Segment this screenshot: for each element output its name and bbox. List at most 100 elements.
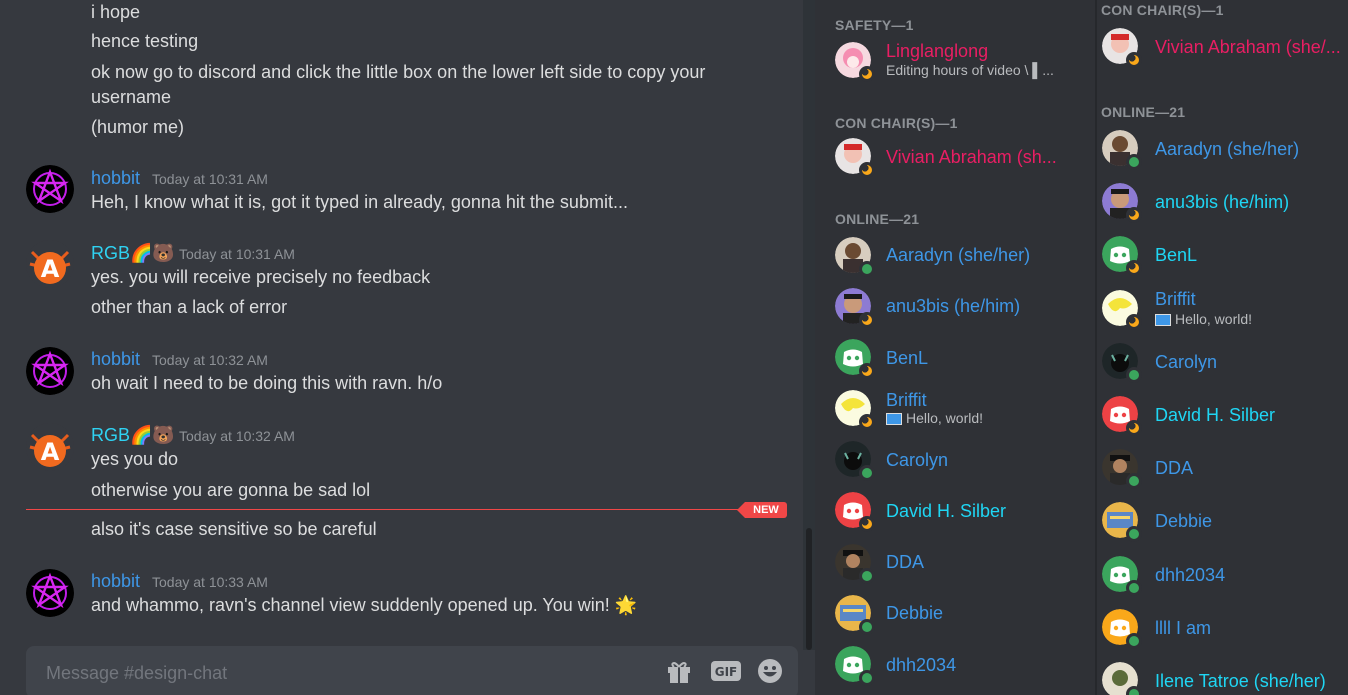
status-online-icon	[1126, 473, 1142, 489]
member-name[interactable]: Debbie	[1155, 510, 1212, 532]
status-idle-icon	[859, 516, 875, 532]
member-avatar[interactable]	[835, 138, 875, 178]
member-name[interactable]: anu3bis (he/him)	[886, 295, 1020, 317]
message-line: hence testing	[91, 31, 199, 51]
member-name[interactable]: David H. Silber	[886, 500, 1006, 522]
member-avatar[interactable]	[835, 544, 875, 584]
member-avatar[interactable]	[835, 441, 875, 481]
member-avatar[interactable]	[835, 339, 875, 379]
member-avatar[interactable]	[1102, 236, 1142, 276]
member-name[interactable]: Vivian Abraham (she/...	[1155, 36, 1341, 58]
member-list-overlay: CON CHAIR(S)—1 Vivian Abraham (she/... O…	[1095, 0, 1348, 695]
member-avatar[interactable]	[1102, 556, 1142, 596]
gif-icon[interactable]: GIF	[710, 656, 742, 686]
member-avatar[interactable]	[835, 595, 875, 635]
member-name[interactable]: Briffit	[886, 389, 927, 411]
new-badge[interactable]: NEW	[737, 502, 787, 518]
member-name[interactable]: llll I am	[1155, 617, 1211, 639]
member-avatar[interactable]	[1102, 396, 1142, 436]
status-online-icon	[1126, 686, 1142, 695]
avatar-hobbit[interactable]	[26, 165, 74, 213]
svg-text:GIF: GIF	[715, 665, 738, 679]
member-name[interactable]: dhh2034	[886, 654, 956, 676]
member-avatar[interactable]	[1102, 343, 1142, 383]
member-name[interactable]: Carolyn	[886, 449, 948, 471]
member-category: SAFETY—1	[835, 17, 914, 33]
avatar-hobbit[interactable]	[26, 569, 74, 617]
member-name[interactable]: anu3bis (he/him)	[1155, 191, 1289, 213]
member-avatar[interactable]	[835, 390, 875, 430]
member-avatar[interactable]	[1102, 449, 1142, 489]
timestamp: Today at 10:31 AM	[179, 246, 295, 262]
status-online-icon	[1126, 367, 1142, 383]
status-idle-icon	[1126, 260, 1142, 276]
member-name[interactable]: Linglanglong	[886, 40, 988, 62]
member-name[interactable]: BenL	[886, 347, 928, 369]
member-avatar[interactable]	[835, 646, 875, 686]
status-idle-icon	[1126, 314, 1142, 330]
chat-scrollbar-thumb[interactable]	[806, 528, 812, 650]
member-name[interactable]: Ilene Tatroe (she/her)	[1155, 670, 1326, 692]
member-avatar[interactable]	[835, 237, 875, 277]
member-avatar[interactable]	[1102, 28, 1142, 68]
member-name[interactable]: DDA	[1155, 457, 1193, 479]
svg-text:A: A	[41, 438, 60, 466]
message-composer: GIF	[26, 646, 798, 695]
author-name[interactable]: RGB🌈🐻	[91, 242, 175, 264]
member-avatar[interactable]	[1102, 130, 1142, 170]
status-idle-icon	[1126, 207, 1142, 223]
status-online-icon	[859, 619, 875, 635]
member-name[interactable]: David H. Silber	[1155, 404, 1275, 426]
author-name[interactable]: RGB🌈🐻	[91, 424, 175, 446]
member-name[interactable]: Debbie	[886, 602, 943, 624]
member-activity-text: Hello, world!	[1175, 311, 1253, 327]
message-line: and whammo, ravn's channel view suddenly…	[91, 595, 638, 615]
monitor-icon	[1155, 314, 1171, 327]
timestamp: Today at 10:31 AM	[152, 171, 268, 187]
avatar-rgb[interactable]: A	[26, 240, 74, 288]
chat-panel: i hope hence testing ok now go to discor…	[0, 0, 815, 695]
status-online-icon	[859, 465, 875, 481]
message-line: oh wait I need to be doing this with rav…	[91, 373, 443, 393]
member-name[interactable]: Aaradyn (she/her)	[1155, 138, 1299, 160]
member-name[interactable]: dhh2034	[1155, 564, 1225, 586]
member-avatar[interactable]	[1102, 183, 1142, 223]
message-line: otherwise you are gonna be sad lol	[91, 480, 371, 500]
author-name[interactable]: hobbit	[91, 348, 140, 370]
timestamp: Today at 10:33 AM	[152, 574, 268, 590]
message-line: (humor me)	[91, 117, 185, 137]
gift-icon[interactable]	[664, 656, 694, 686]
author-name[interactable]: hobbit	[91, 570, 140, 592]
status-idle-icon	[859, 312, 875, 328]
message-line: Heh, I know what it is, got it typed in …	[91, 192, 628, 212]
avatar-hobbit[interactable]	[26, 347, 74, 395]
message-line: i hope	[91, 2, 141, 22]
member-name[interactable]: Briffit	[1155, 288, 1196, 310]
member-name[interactable]: Aaradyn (she/her)	[886, 244, 1030, 266]
status-online-icon	[1126, 633, 1142, 649]
avatar-rgb[interactable]: A	[26, 423, 74, 471]
member-avatar[interactable]	[1102, 290, 1142, 330]
member-category: CON CHAIR(S)—1	[835, 115, 958, 131]
message-input[interactable]	[44, 660, 608, 686]
status-online-icon	[859, 670, 875, 686]
member-avatar[interactable]	[835, 492, 875, 532]
member-name[interactable]: BenL	[1155, 244, 1197, 266]
member-activity: Editing hours of video \ ▌...	[886, 62, 1054, 78]
member-avatar[interactable]	[1102, 609, 1142, 649]
author-name[interactable]: hobbit	[91, 167, 140, 189]
emoji-icon[interactable]	[755, 656, 785, 686]
member-activity: Hello, world!	[886, 409, 983, 427]
member-avatar[interactable]	[835, 42, 875, 82]
status-idle-icon	[859, 162, 875, 178]
member-category: ONLINE—21	[835, 211, 920, 227]
member-name[interactable]: Vivian Abraham (sh...	[886, 146, 1057, 168]
member-name[interactable]: Carolyn	[1155, 351, 1217, 373]
member-avatar[interactable]	[1102, 502, 1142, 542]
member-category: CON CHAIR(S)—1	[1101, 2, 1224, 18]
member-avatar[interactable]	[1102, 662, 1142, 695]
status-online-icon	[859, 261, 875, 277]
member-name[interactable]: DDA	[886, 551, 924, 573]
timestamp: Today at 10:32 AM	[179, 428, 295, 444]
member-avatar[interactable]	[835, 288, 875, 328]
